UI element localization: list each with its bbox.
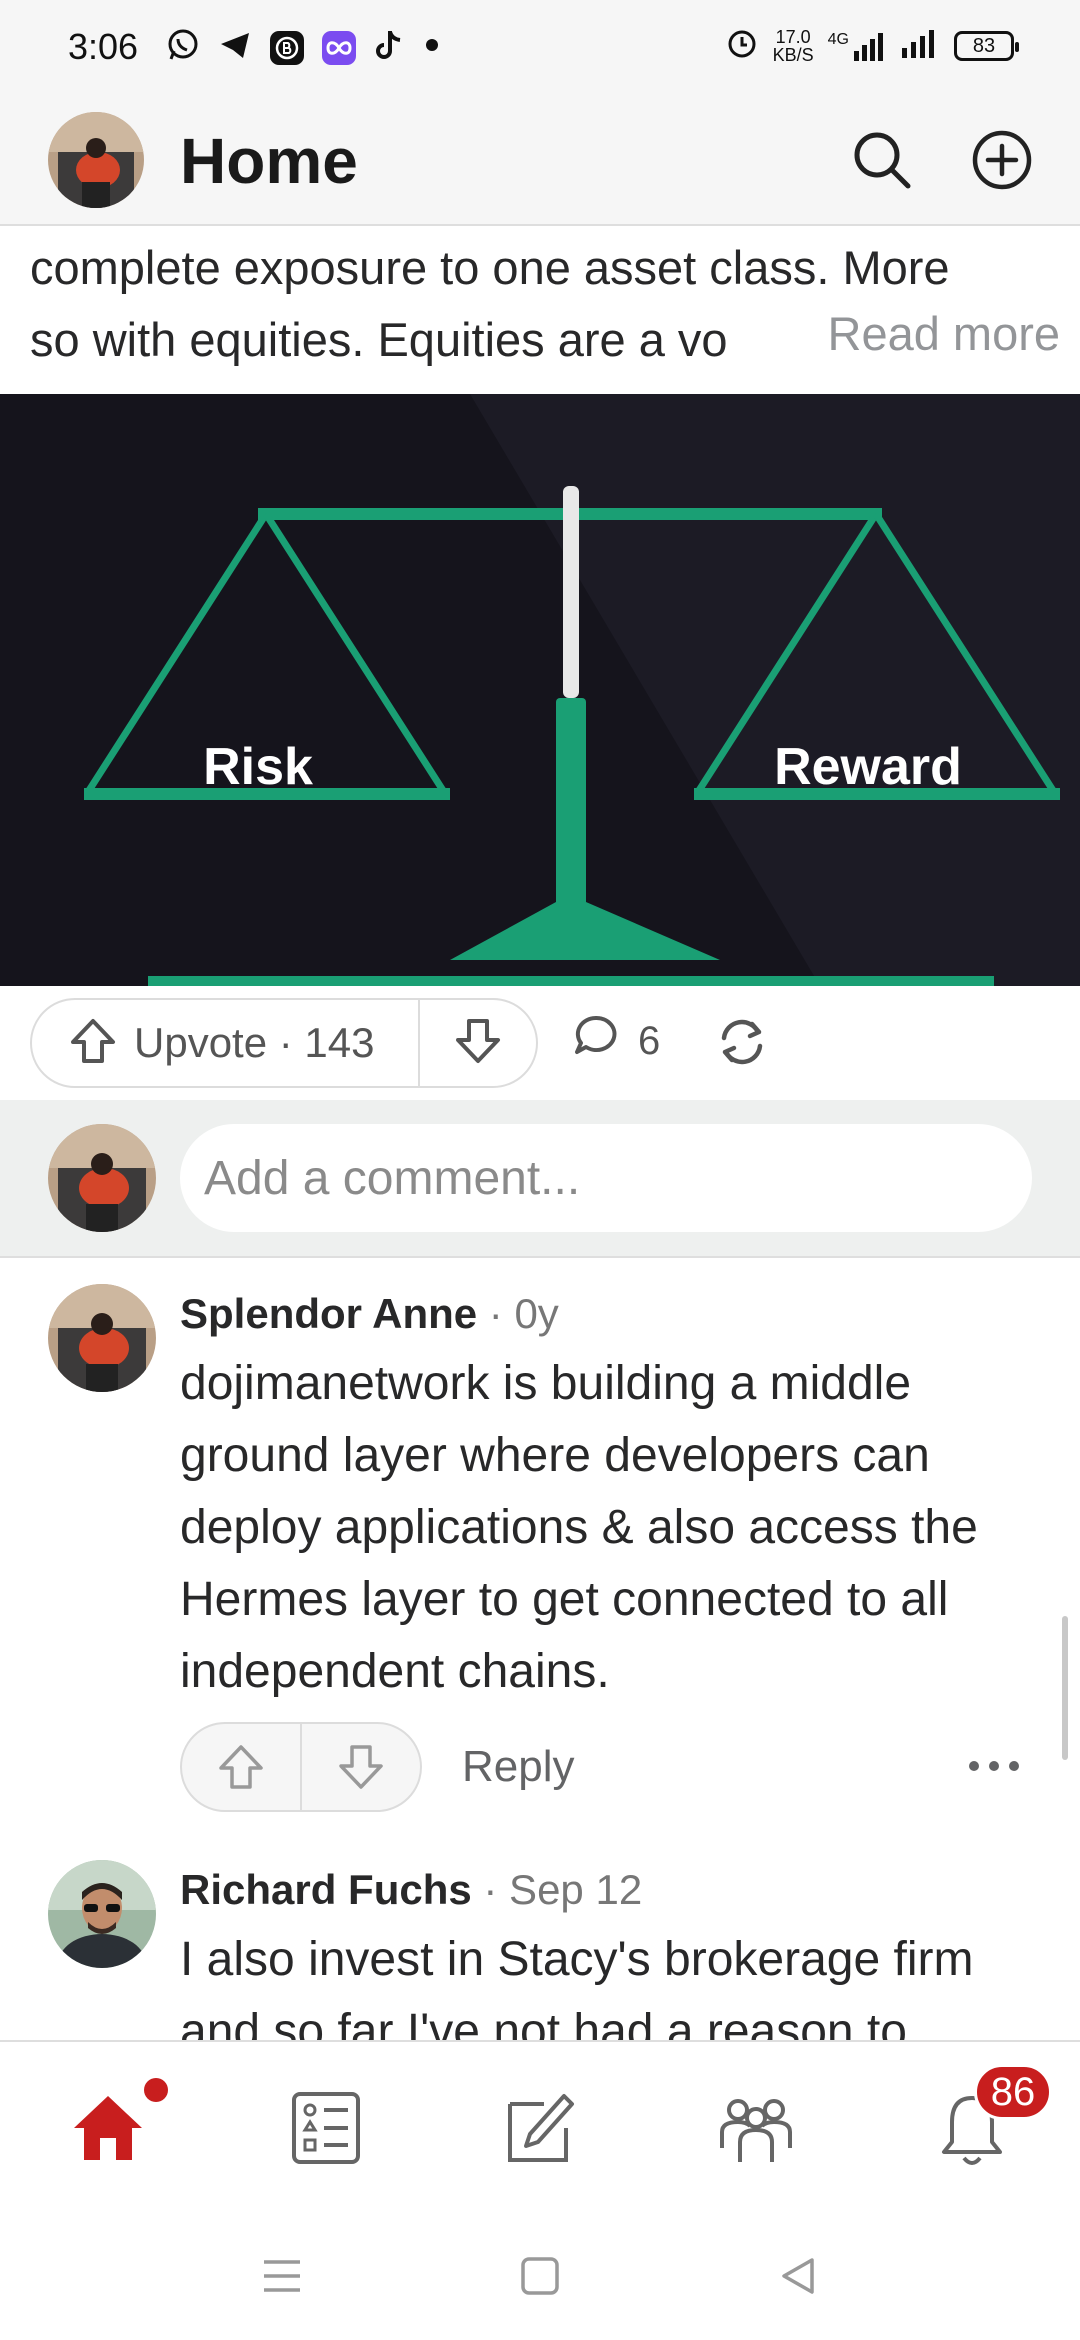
- add-comment-section: [0, 1100, 1080, 1258]
- scrollbar[interactable]: [1062, 1616, 1068, 1760]
- share-cycle-icon: [712, 1019, 772, 1076]
- page-title: Home: [180, 125, 358, 197]
- read-more-link[interactable]: Read more: [821, 298, 1060, 370]
- search-icon[interactable]: [848, 126, 916, 194]
- comment-author[interactable]: Splendor Anne: [180, 1290, 477, 1337]
- home-icon[interactable]: [68, 2088, 148, 2168]
- comment-item: Richard Fuchs · Sep 12 I also invest in …: [0, 1842, 1080, 2040]
- back-triangle-icon[interactable]: [778, 2256, 818, 2301]
- status-time: 3:06: [68, 26, 139, 67]
- signal-icon: [900, 28, 940, 64]
- comment-author-avatar[interactable]: [48, 1860, 156, 1968]
- battery-indicator: 83: [954, 31, 1019, 61]
- comment-body: dojimanetwork is building a middle groun…: [180, 1357, 978, 1698]
- comment-vote-pill: [180, 1722, 422, 1812]
- post-text[interactable]: complete exposure to one asset class. Mo…: [30, 232, 1060, 376]
- net-speed-value: 17.0: [775, 27, 811, 47]
- app-header: Home: [0, 96, 1080, 226]
- post-text-line: complete exposure to one asset class. Mo…: [30, 241, 950, 294]
- downvote-arrow-icon: [339, 1745, 383, 1789]
- comment-upvote-button[interactable]: [182, 1724, 302, 1810]
- comment-downvote-button[interactable]: [302, 1724, 420, 1810]
- scale-right-label: Reward: [774, 738, 962, 796]
- comment-author-avatar[interactable]: [48, 1284, 156, 1392]
- network-type: 4G: [827, 31, 849, 48]
- status-indicators: 17.0 KB/S 4G 83: [725, 26, 1019, 66]
- comment-header: Richard Fuchs · Sep 12: [180, 1866, 642, 1914]
- system-nav-bar: [0, 2210, 1080, 2340]
- whatsapp-icon: [166, 28, 200, 67]
- upvote-button[interactable]: Upvote · 143: [32, 1000, 420, 1086]
- vote-pill: Upvote · 143: [30, 998, 538, 1088]
- following-icon[interactable]: [286, 2088, 366, 2168]
- comment-item: Splendor Anne · 0y dojimanetwork is buil…: [0, 1262, 1080, 1822]
- reply-button[interactable]: Reply: [462, 1742, 575, 1792]
- comment-timestamp: · 0y: [477, 1290, 559, 1337]
- signal-4g-icon: 4G: [828, 31, 886, 61]
- net-speed-unit: KB/S: [772, 45, 814, 65]
- status-bar: 3:06 17.0 KB/S 4G 83: [0, 0, 1080, 96]
- write-icon[interactable]: [500, 2088, 580, 2168]
- comment-body: I also invest in Stacy's brokerage firm …: [180, 1933, 974, 2040]
- tiktok-icon: [374, 28, 404, 67]
- infinity-app-icon: [322, 30, 356, 65]
- scale-left-label: Risk: [203, 738, 313, 796]
- profile-avatar[interactable]: [48, 112, 144, 208]
- alarm-icon: [725, 26, 759, 66]
- upvote-arrow-icon: [68, 1016, 118, 1071]
- notification-icons: [166, 28, 442, 67]
- comment-header: Splendor Anne · 0y: [180, 1290, 559, 1338]
- downvote-button[interactable]: [420, 1000, 536, 1086]
- notification-badge: 86: [974, 2064, 1052, 2120]
- downvote-arrow-icon: [453, 1016, 503, 1071]
- post-text-line: so with equities. Equities are a vo Read…: [30, 298, 1060, 376]
- battery-level: 83: [972, 34, 996, 57]
- post-text-truncated: so with equities. Equities are a vo: [30, 313, 728, 366]
- home-unread-dot: [144, 2078, 168, 2102]
- user-avatar: [48, 1124, 156, 1232]
- comment-timestamp: · Sep 12: [471, 1866, 643, 1913]
- more-notifications-dot: [422, 35, 442, 60]
- home-square-icon[interactable]: [520, 2256, 560, 2301]
- comment-author[interactable]: Richard Fuchs: [180, 1866, 472, 1913]
- more-options-icon[interactable]: [966, 1756, 1022, 1781]
- spaces-icon[interactable]: [716, 2088, 796, 2168]
- add-comment-input[interactable]: [180, 1124, 1032, 1232]
- post-image[interactable]: Risk Reward: [0, 394, 1080, 986]
- comments-button[interactable]: 6: [572, 1012, 660, 1070]
- network-speed: 17.0 KB/S: [773, 28, 814, 64]
- share-button[interactable]: [712, 1012, 772, 1077]
- comment-bubble-icon: [572, 1012, 620, 1070]
- binance-icon: [270, 30, 304, 65]
- upvote-arrow-icon: [219, 1745, 263, 1789]
- comments-count: 6: [638, 1018, 661, 1063]
- menu-icon[interactable]: [262, 2256, 302, 2301]
- add-icon[interactable]: [968, 126, 1036, 194]
- upvote-label: Upvote · 143: [134, 1019, 375, 1066]
- post-action-bar: Upvote · 143 6: [0, 986, 1080, 1100]
- bottom-nav: 86: [0, 2040, 1080, 2210]
- telegram-icon: [218, 28, 252, 67]
